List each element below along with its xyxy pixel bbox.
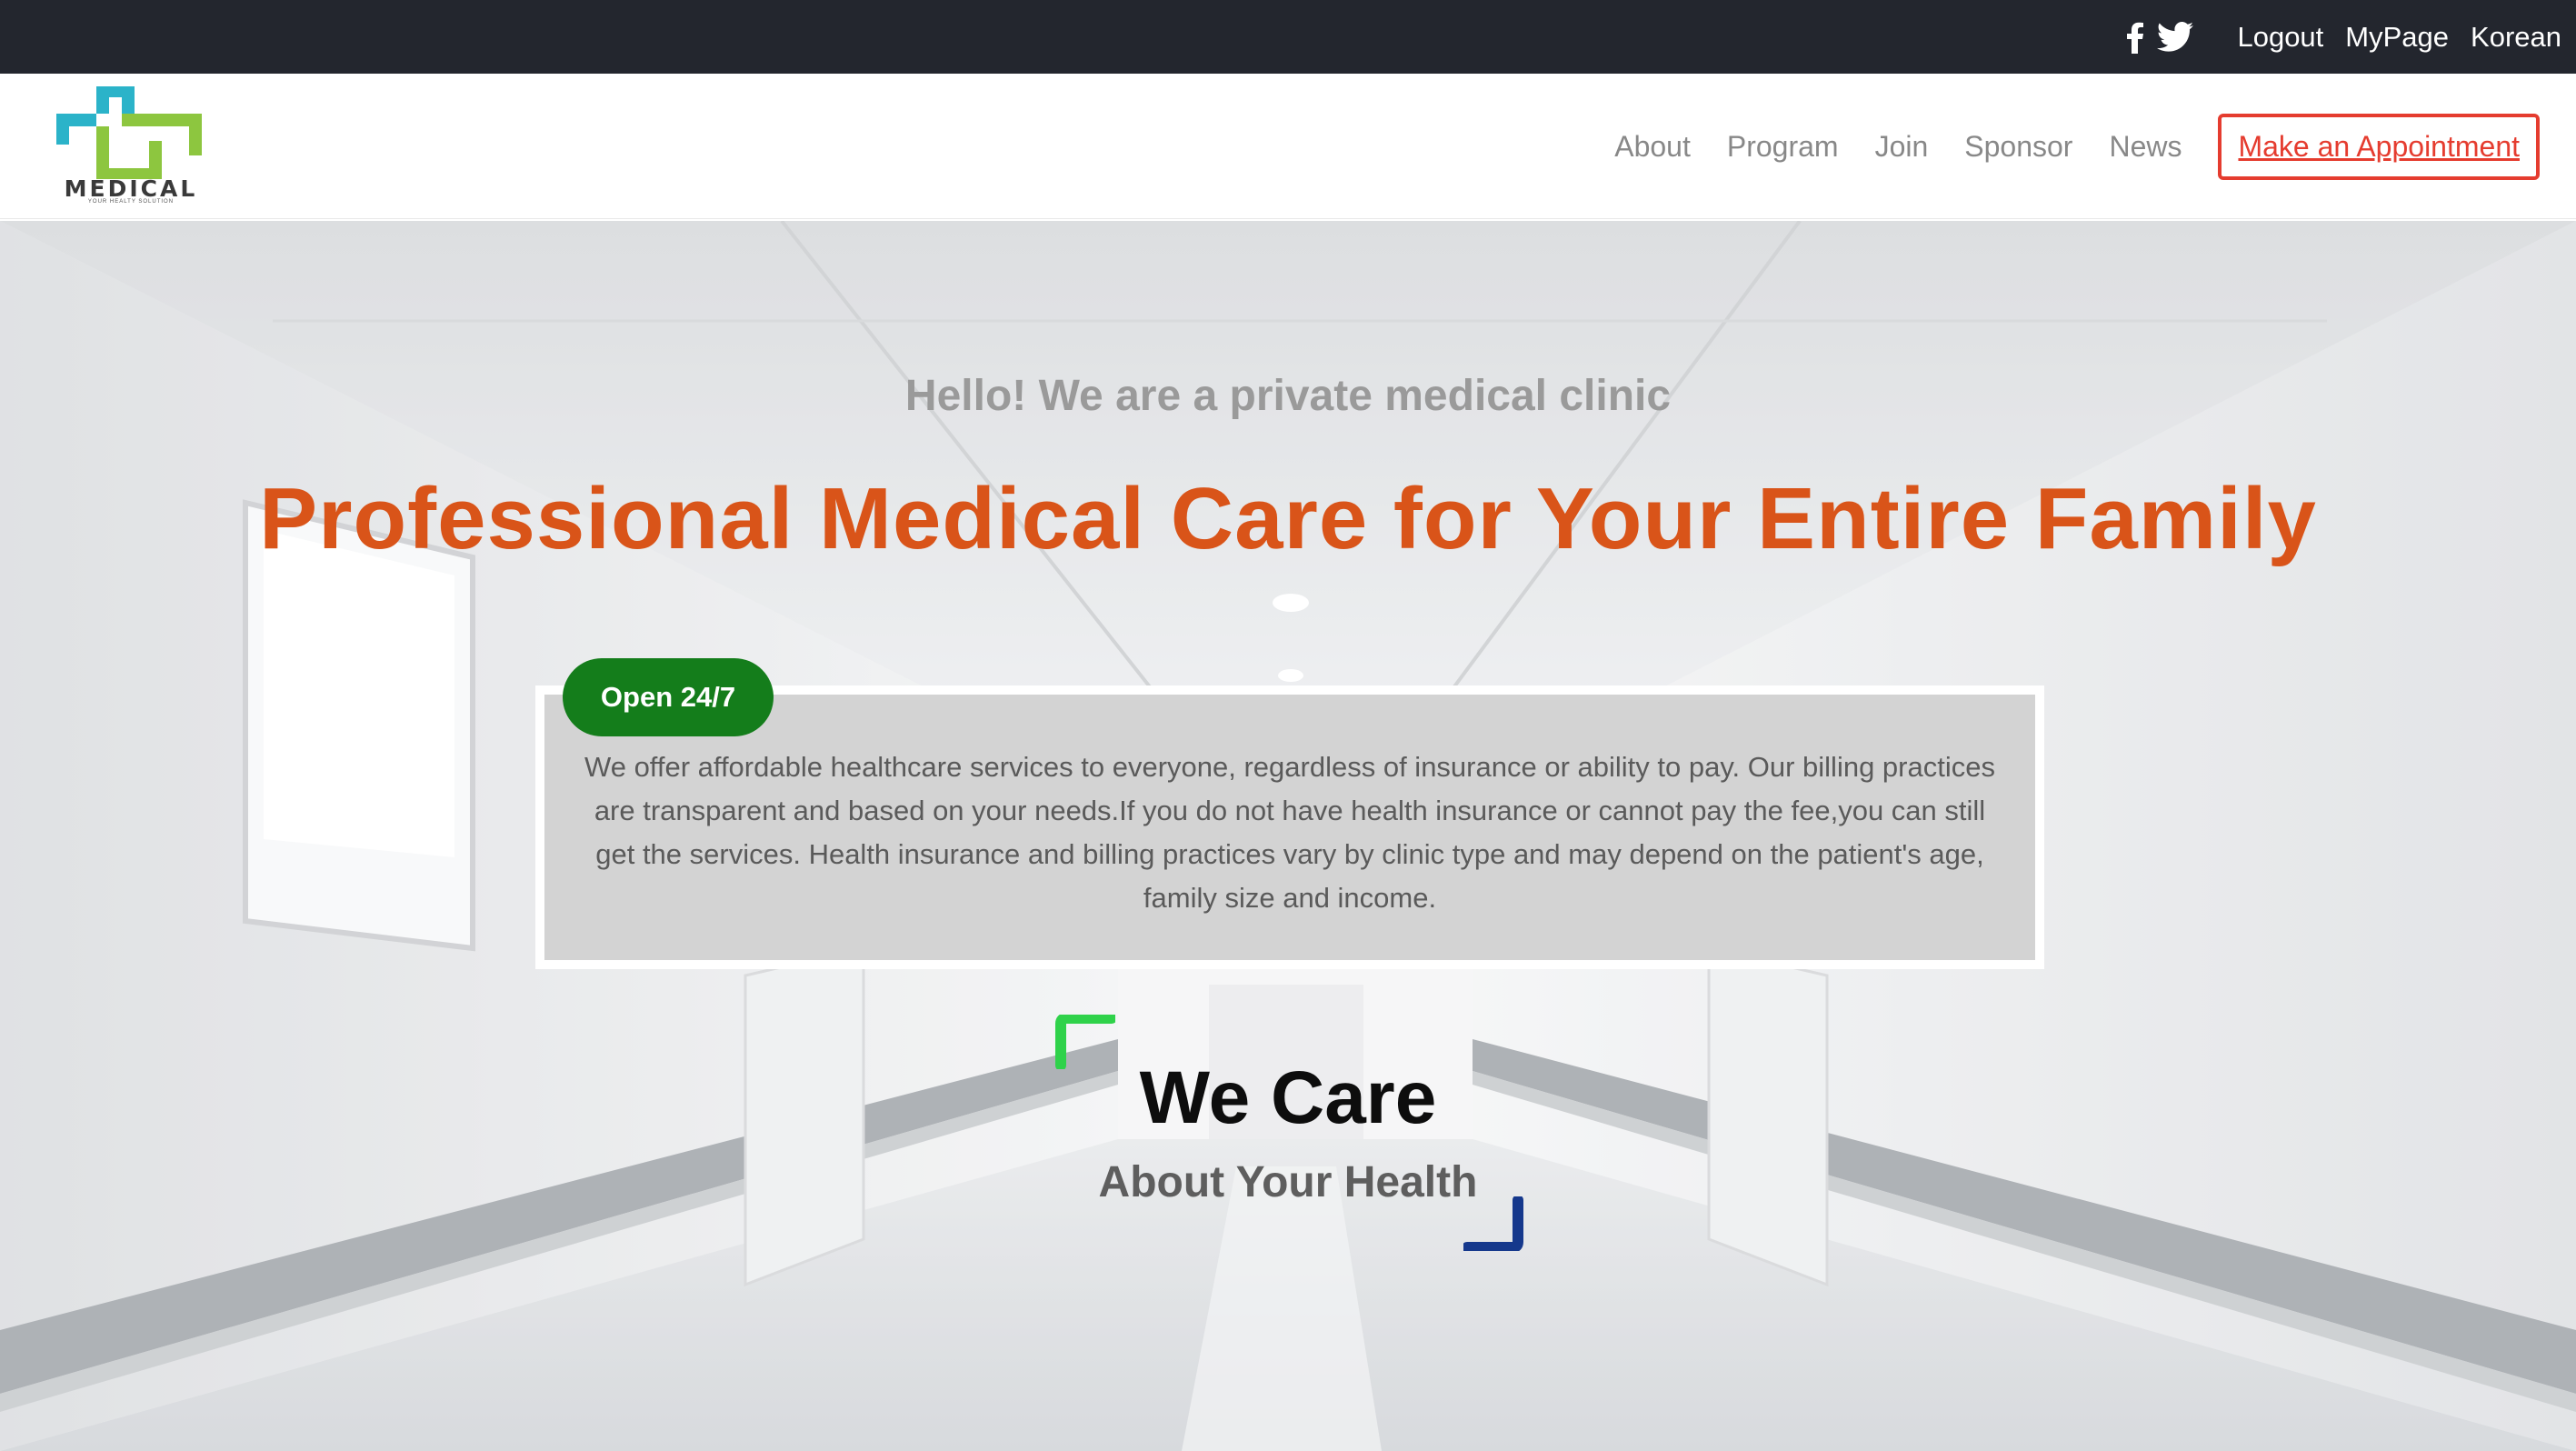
site-logo[interactable]: MEDICAL YOUR HEALTY SOLUTION: [40, 79, 222, 206]
we-care-subtitle: About Your Health: [1098, 1158, 1478, 1206]
open-24-7-badge: Open 24/7: [563, 658, 774, 736]
info-box: We offer affordable healthcare services …: [535, 685, 2044, 969]
logout-link[interactable]: Logout: [2237, 21, 2323, 54]
main-nav: About Program Join Sponsor News Make an …: [1578, 114, 2540, 180]
nav-program[interactable]: Program: [1727, 130, 1839, 164]
facebook-icon[interactable]: [2126, 21, 2144, 54]
nav-sponsor[interactable]: Sponsor: [1964, 130, 2072, 164]
we-care-title: We Care: [1139, 1056, 1437, 1139]
language-korean-link[interactable]: Korean: [2471, 21, 2561, 54]
twitter-icon[interactable]: [2157, 21, 2194, 53]
social-links: [2126, 21, 2194, 54]
logo-text: MEDICAL: [64, 175, 198, 202]
logo-tagline: YOUR HEALTY SOLUTION: [87, 199, 175, 205]
hero-intro-text: Hello! We are a private medical clinic: [904, 372, 1672, 420]
nav-about[interactable]: About: [1614, 130, 1691, 164]
site-header: MEDICAL YOUR HEALTY SOLUTION About Progr…: [0, 74, 2576, 219]
hero-section: Hello! We are a private medical clinic P…: [0, 221, 2576, 1451]
top-bar: Logout MyPage Korean: [0, 0, 2576, 74]
nav-join[interactable]: Join: [1875, 130, 1929, 164]
mypage-link[interactable]: MyPage: [2345, 21, 2449, 54]
hero-headline: Professional Medical Care for Your Entir…: [259, 470, 2317, 567]
nav-news[interactable]: News: [2109, 130, 2182, 164]
info-description: We offer affordable healthcare services …: [584, 751, 1995, 914]
make-appointment-button[interactable]: Make an Appointment: [2218, 114, 2540, 180]
corner-bracket-blue-icon: [1463, 1196, 1523, 1251]
medical-cross-logo-icon: [56, 86, 202, 179]
